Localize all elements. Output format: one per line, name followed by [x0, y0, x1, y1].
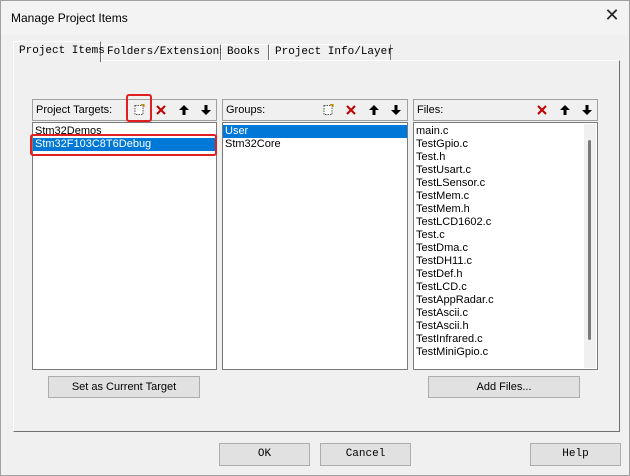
tab-folders-extensions[interactable]: Folders/Extensions: [101, 44, 226, 61]
set-as-current-target-button[interactable]: Set as Current Target: [48, 376, 200, 398]
delete-icon[interactable]: [342, 101, 360, 119]
list-item[interactable]: Stm32Demos: [33, 125, 216, 138]
list-item[interactable]: TestMem.h: [414, 203, 597, 216]
add-files-button[interactable]: Add Files...: [428, 376, 580, 398]
list-item[interactable]: TestAppRadar.c: [414, 294, 597, 307]
list-item[interactable]: TestAscii.h: [414, 320, 597, 333]
tab-books[interactable]: Books: [221, 44, 269, 61]
move-down-icon[interactable]: [578, 101, 596, 119]
list-item[interactable]: TestLCD.c: [414, 281, 597, 294]
title-bar: Manage Project Items ✕: [1, 1, 629, 35]
cancel-button[interactable]: Cancel: [320, 443, 411, 466]
list-item[interactable]: TestDef.h: [414, 268, 597, 281]
list-item[interactable]: main.c: [414, 125, 597, 138]
list-item[interactable]: Test.h: [414, 151, 597, 164]
move-up-icon[interactable]: [175, 101, 193, 119]
new-item-icon[interactable]: [319, 101, 337, 119]
list-item[interactable]: TestLSensor.c: [414, 177, 597, 190]
tab-project-info-layer[interactable]: Project Info/Layer: [269, 44, 394, 61]
files-label: Files:: [417, 104, 444, 116]
files-header: Files:: [413, 99, 598, 121]
files-scrollbar[interactable]: [584, 124, 596, 368]
list-item[interactable]: TestUsart.c: [414, 164, 597, 177]
move-down-icon[interactable]: [197, 101, 215, 119]
list-item[interactable]: TestDma.c: [414, 242, 597, 255]
manage-project-items-dialog: Manage Project Items ✕ Project Items Fol…: [0, 0, 630, 476]
list-item[interactable]: User: [223, 125, 407, 138]
ok-button[interactable]: OK: [219, 443, 310, 466]
targets-label: Project Targets:: [36, 104, 113, 116]
list-item[interactable]: TestAscii.c: [414, 307, 597, 320]
move-up-icon[interactable]: [365, 101, 383, 119]
list-item[interactable]: TestLCD1602.c: [414, 216, 597, 229]
list-item[interactable]: TestDH11.c: [414, 255, 597, 268]
list-item[interactable]: TestMiniGpio.c: [414, 346, 597, 359]
list-item[interactable]: Stm32Core: [223, 138, 407, 151]
files-items: main.c TestGpio.c Test.h TestUsart.c TestLSe…: [414, 125, 597, 359]
close-icon[interactable]: ✕: [603, 7, 621, 25]
groups-label: Groups:: [226, 104, 266, 116]
list-item[interactable]: TestGpio.c: [414, 138, 597, 151]
delete-icon[interactable]: [533, 101, 551, 119]
groups-header: Groups:: [222, 99, 408, 121]
list-item[interactable]: Stm32F103C8T6Debug: [33, 138, 216, 151]
help-button[interactable]: Help: [530, 443, 621, 466]
list-item[interactable]: TestInfrared.c: [414, 333, 597, 346]
list-item[interactable]: TestMem.c: [414, 190, 597, 203]
move-up-icon[interactable]: [556, 101, 574, 119]
targets-header: Project Targets:: [32, 99, 217, 121]
scrollbar-thumb[interactable]: [588, 140, 591, 340]
files-list[interactable]: main.c TestGpio.c Test.h TestUsart.c TestLSe…: [413, 122, 598, 370]
list-item[interactable]: Test.c: [414, 229, 597, 242]
window-title: Manage Project Items: [11, 11, 128, 25]
tab-project-items[interactable]: Project Items: [13, 41, 105, 62]
move-down-icon[interactable]: [387, 101, 405, 119]
targets-list[interactable]: Stm32Demos Stm32F103C8T6Debug: [32, 122, 217, 370]
new-item-icon[interactable]: [130, 101, 148, 119]
delete-icon[interactable]: [152, 101, 170, 119]
groups-list[interactable]: User Stm32Core: [222, 122, 408, 370]
